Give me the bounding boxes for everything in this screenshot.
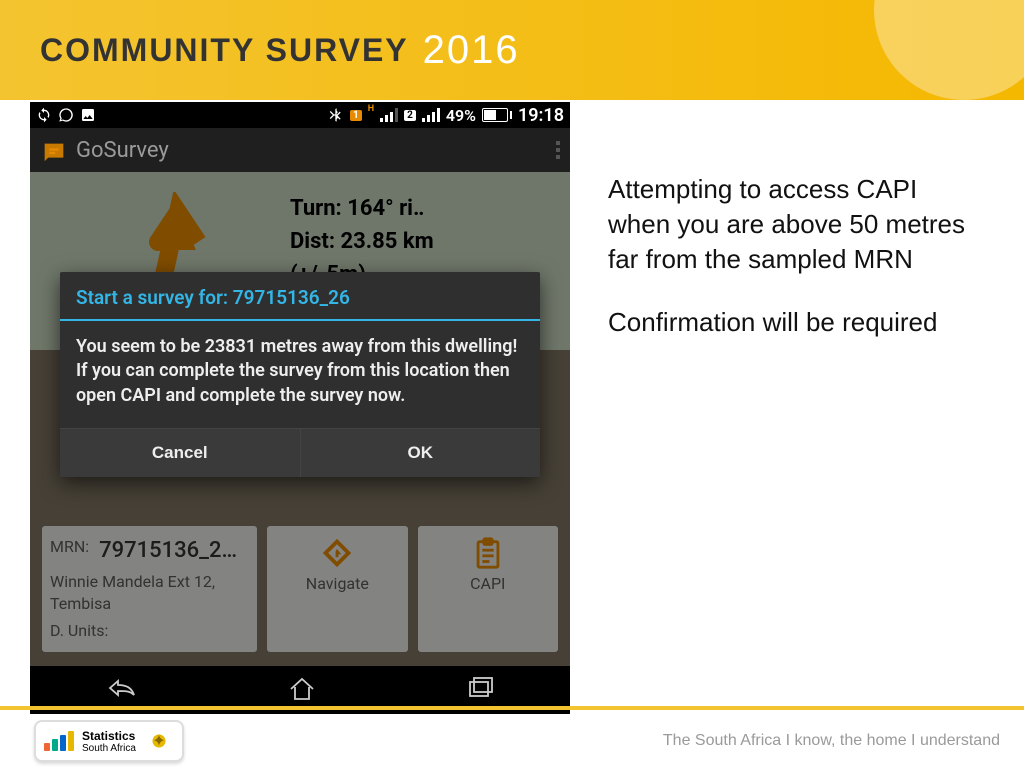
gosurvey-logo-icon	[40, 139, 68, 161]
navigate-card[interactable]: Navigate	[267, 526, 407, 652]
clock: 19:18	[518, 105, 564, 126]
footer-brand: Statistics	[82, 729, 135, 743]
coat-of-arms-icon: ✦	[144, 726, 174, 756]
footer-brand-sub: South Africa	[82, 743, 136, 754]
bottom-action-cards: MRN: 79715136_2… Winnie Mandela Ext 12, …	[42, 526, 558, 652]
banner-title-primary: COMMUNITY SURVEY	[40, 32, 409, 69]
recent-apps-button-icon[interactable]	[466, 676, 496, 704]
dialog-button-row: Cancel OK	[60, 428, 540, 477]
address-value: Winnie Mandela Ext 12, Tembisa	[50, 571, 249, 616]
dialog-message: You seem to be 23831 metres away from th…	[60, 321, 540, 428]
mrn-info-card[interactable]: MRN: 79715136_2… Winnie Mandela Ext 12, …	[42, 526, 257, 652]
d-units-label: D. Units:	[50, 620, 108, 642]
mrn-value: 79715136_2…	[99, 536, 237, 567]
bottom-accent-strip	[0, 706, 1024, 710]
battery-percent: 49%	[446, 106, 476, 125]
sim2-badge: 2	[404, 110, 416, 121]
bluetooth-off-icon	[328, 107, 344, 123]
slide-explanation: Attempting to access CAPI when you are a…	[588, 102, 1024, 714]
android-status-bar: 1 H 2 49% 19:18	[30, 102, 570, 128]
capi-card[interactable]: CAPI	[418, 526, 558, 652]
cancel-button[interactable]: Cancel	[60, 429, 301, 477]
ok-button[interactable]: OK	[301, 429, 541, 477]
battery-icon	[482, 108, 512, 122]
turn-value: Turn: 164° ri‥	[290, 192, 434, 225]
navigate-icon	[320, 536, 354, 570]
banner-title-year: 2016	[423, 28, 520, 73]
slide-header-banner: COMMUNITY SURVEY 2016	[0, 0, 1024, 100]
signal-bars-sim2-icon	[422, 108, 440, 122]
phone-screenshot: 1 H 2 49% 19:18 GoSurvey	[30, 102, 570, 714]
mrn-label: MRN:	[50, 536, 89, 567]
signal-bars-sim1-icon	[380, 108, 398, 122]
sync-icon	[36, 107, 52, 123]
dialog-title: Start a survey for: 79715136_26	[60, 272, 540, 319]
explain-line-2: Confirmation will be required	[608, 305, 984, 340]
navigate-label: Navigate	[306, 574, 369, 593]
sim1-badge: 1	[350, 110, 362, 121]
hspa-indicator: H	[368, 104, 374, 114]
explain-line-1: Attempting to access CAPI when you are a…	[608, 172, 984, 277]
footer-tagline: The South Africa I know, the home I unde…	[663, 732, 1000, 750]
distance-value: Dist: 23.85 km	[290, 225, 434, 258]
back-button-icon[interactable]	[104, 675, 138, 705]
whatsapp-icon	[58, 107, 74, 123]
home-button-icon[interactable]	[287, 675, 317, 705]
confirmation-dialog: Start a survey for: 79715136_26 You seem…	[60, 272, 540, 477]
image-icon	[80, 107, 96, 123]
slide-footer: Statistics South Africa ✦ The South Afri…	[0, 714, 1024, 768]
banner-decoration	[604, 0, 1024, 100]
capi-label: CAPI	[470, 574, 505, 593]
overflow-menu-icon[interactable]	[556, 141, 560, 159]
clipboard-icon	[471, 536, 505, 570]
statssa-logo: Statistics South Africa ✦	[34, 720, 184, 762]
app-title: GoSurvey	[76, 138, 169, 163]
app-action-bar: GoSurvey	[30, 128, 570, 172]
